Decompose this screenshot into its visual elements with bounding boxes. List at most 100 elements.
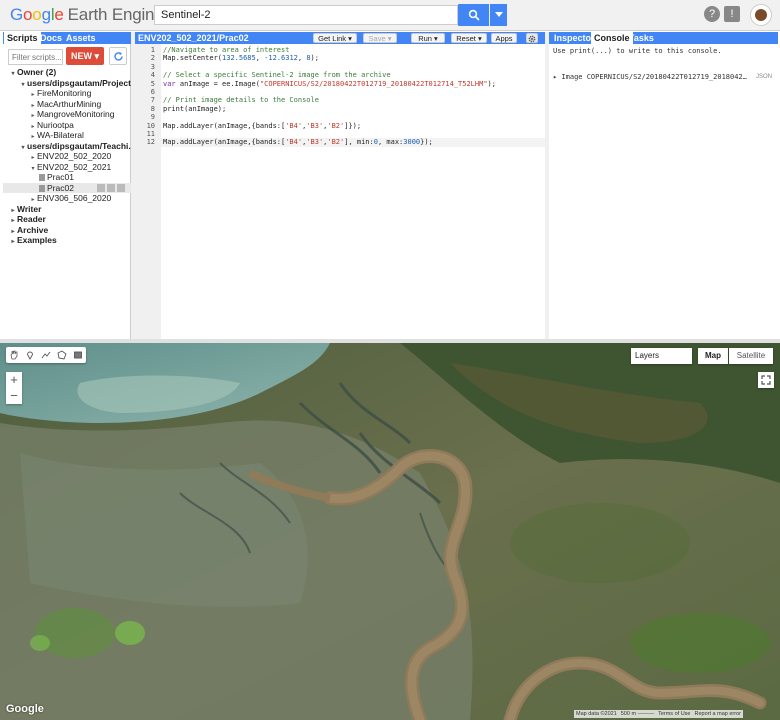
code-line[interactable]	[163, 130, 545, 138]
satellite-type-button[interactable]: Satellite	[729, 348, 773, 364]
json-link[interactable]: JSON	[756, 74, 772, 80]
zoom-control: + −	[6, 372, 22, 404]
tree-item-label: MacArthurMining	[37, 98, 102, 109]
script-file-item[interactable]: Prac01	[3, 172, 131, 183]
tree-item-label: Reader	[17, 214, 46, 224]
code-line[interactable]: var anImage = ee.Image("COPERNICUS/S2/20…	[163, 80, 545, 88]
code-line[interactable]: //Navigate to area of interest	[163, 46, 545, 54]
line-number: 9	[150, 113, 155, 122]
marker-tool[interactable]	[22, 347, 38, 363]
layers-button[interactable]: Layers	[631, 348, 692, 364]
scripts-panel: Scripts Docs Assets NEW ▾ ▾Owner (2)▾use…	[3, 32, 136, 339]
avatar[interactable]	[750, 4, 772, 26]
code-token: Map.setCenter(	[163, 54, 223, 63]
tree-folder-item[interactable]: ▸ FireMonitoring	[3, 88, 131, 99]
search-button[interactable]	[458, 4, 489, 26]
logo-letter: G	[10, 5, 24, 24]
tree-folder-item[interactable]: ▾ Owner (2)	[3, 67, 131, 78]
tree-folder-item[interactable]: ▸ MangroveMonitoring	[3, 109, 131, 120]
code-line[interactable]: Map.addLayer(anImage,{bands:['B4','B3','…	[163, 138, 545, 146]
logo-product-name: Earth Engine	[67, 5, 164, 24]
apps-button[interactable]: Apps	[491, 33, 517, 43]
zoom-out-button[interactable]: −	[6, 388, 22, 404]
run-button[interactable]: Run ▾	[411, 33, 445, 43]
tree-item-label: FireMonitoring	[37, 88, 92, 98]
code-token: 132.5685	[222, 54, 256, 63]
console-hint: Use print(...) to write to this console.	[553, 47, 722, 55]
rectangle-tool[interactable]	[70, 347, 86, 363]
code-line[interactable]: print(anImage);	[163, 105, 545, 113]
share-icon[interactable]	[97, 183, 105, 192]
tree-folder-item[interactable]: ▾ users/dipsgautam/Projects	[3, 78, 135, 89]
tree-folder-item[interactable]: ▾ ENV202_502_2021	[3, 162, 131, 173]
tree-folder-item[interactable]: ▸ Nuriootpa	[3, 120, 131, 131]
code-line[interactable]	[163, 63, 545, 71]
line-number: 2	[150, 54, 155, 63]
line-number: 6	[150, 88, 155, 96]
tree-folder-item[interactable]: ▸ Reader	[3, 214, 131, 225]
code-line[interactable]: Map.addLayer(anImage,{bands:['B4','B3','…	[163, 122, 545, 130]
code-token: -12.6312	[264, 54, 298, 63]
pan-hand-tool[interactable]	[6, 347, 22, 363]
code-token: ,	[255, 54, 265, 63]
tree-folder-item[interactable]: ▸ ENV306_506_2020	[3, 193, 131, 204]
map-canvas[interactable]: Layers Map Satellite + − Google Map data…	[0, 343, 780, 720]
fullscreen-button[interactable]	[758, 372, 774, 388]
code-token: , max:	[377, 138, 404, 147]
map-type-button[interactable]: Map	[698, 348, 728, 364]
search-options-button[interactable]	[490, 4, 507, 26]
console-entry[interactable]: ▸ Image COPERNICUS/S2/20180422T012719_20…	[553, 73, 747, 81]
search-input[interactable]	[154, 5, 458, 25]
rename-icon[interactable]	[107, 183, 115, 192]
editor-toolbar: ENV202_502_2021/Prac02 Get Link ▾ Save ▾…	[135, 32, 545, 44]
logo-letter: o	[32, 5, 42, 24]
code-token: // Print image details to the Console	[163, 96, 319, 105]
script-tree: ▾ Owner (2) ▾ users/dipsgautam/Projects ▸ Fir…	[3, 67, 136, 246]
code-line[interactable]: // Print image details to the Console	[163, 96, 545, 104]
code-line[interactable]	[163, 88, 545, 96]
script-file-item[interactable]: Prac02	[3, 182, 131, 193]
new-button[interactable]: NEW ▾	[66, 47, 104, 65]
tree-item-label: users/dipsgautam/Projects	[27, 77, 136, 88]
tree-folder-item[interactable]: ▸ Writer	[3, 204, 131, 215]
reset-button[interactable]: Reset ▾	[451, 33, 487, 43]
code-token: ], min:	[344, 138, 374, 147]
report-error-link[interactable]: Report a map error	[694, 710, 740, 718]
feedback-icon[interactable]: !	[724, 6, 740, 22]
polygon-tool[interactable]	[54, 347, 70, 363]
tree-folder-item[interactable]: ▸ MacArthurMining	[3, 99, 131, 110]
logo-letter: o	[23, 5, 33, 24]
tab-assets[interactable]: Assets	[63, 32, 99, 44]
get-link-button[interactable]: Get Link ▾	[313, 33, 357, 43]
file-icon	[39, 174, 45, 181]
tree-item-label: Examples	[17, 235, 57, 245]
left-panel-tabs: Scripts Docs Assets	[3, 32, 131, 44]
delete-icon[interactable]	[117, 183, 125, 192]
tab-docs[interactable]: Docs	[37, 32, 65, 44]
tree-folder-item[interactable]: ▸ Examples	[3, 235, 131, 246]
code-line[interactable]	[163, 113, 545, 121]
help-icon[interactable]: ?	[704, 6, 720, 22]
terms-link[interactable]: Terms of Use	[658, 710, 690, 718]
tab-tasks[interactable]: Tasks	[626, 32, 657, 44]
line-number: 12	[146, 138, 155, 147]
code-area[interactable]: //Navigate to area of interest Map.setCen…	[163, 46, 545, 147]
zoom-in-button[interactable]: +	[6, 372, 22, 388]
expand-arrow-icon[interactable]: ▸	[9, 237, 17, 248]
tree-folder-item[interactable]: ▸ Archive	[3, 225, 131, 236]
tree-folder-item[interactable]: ▾ users/dipsgautam/Teachi...	[3, 141, 135, 152]
code-line[interactable]: // Select a specific Sentinel-2 image fr…	[163, 71, 545, 79]
code-line[interactable]: Map.setCenter(132.5685, -12.6312, 8);	[163, 54, 545, 62]
tree-item-label: WA-Bilateral	[37, 130, 84, 140]
scale-bar: 500 m ———	[620, 711, 655, 717]
refresh-button[interactable]	[109, 47, 127, 65]
scripts-filter-input[interactable]	[8, 49, 63, 65]
earth-engine-logo[interactable]: Google Earth Engine	[10, 5, 164, 25]
line-tool[interactable]	[38, 347, 54, 363]
tree-folder-item[interactable]: ▸ ENV202_502_2020	[3, 151, 131, 162]
tab-scripts[interactable]: Scripts	[4, 32, 41, 44]
tree-folder-item[interactable]: ▸ WA-Bilateral	[3, 130, 131, 141]
settings-button[interactable]	[526, 33, 538, 43]
right-panel-tabs: Inspector Console Tasks	[549, 32, 778, 44]
save-button[interactable]: Save ▾	[363, 33, 397, 43]
